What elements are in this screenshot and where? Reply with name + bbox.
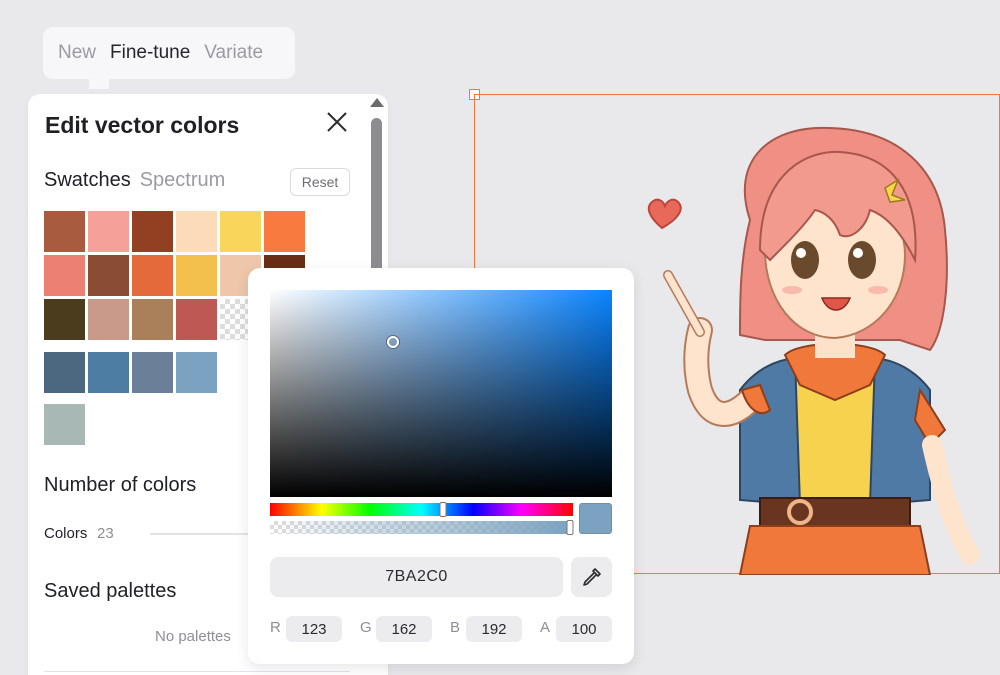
color-swatch[interactable] <box>176 255 217 296</box>
tab-variate[interactable]: Variate <box>204 42 263 64</box>
colors-count: 23 <box>97 525 114 542</box>
scrollbar-thumb[interactable] <box>371 118 382 274</box>
close-button[interactable] <box>324 109 350 135</box>
channel-b-label: B <box>450 619 461 636</box>
colors-slider-track[interactable] <box>150 533 250 535</box>
color-swatch[interactable] <box>88 299 129 340</box>
hue-slider-handle[interactable] <box>439 502 447 517</box>
number-of-colors-title: Number of colors <box>44 474 197 496</box>
color-swatch[interactable] <box>132 255 173 296</box>
color-swatch[interactable] <box>176 211 217 252</box>
color-swatch[interactable] <box>176 299 217 340</box>
swatch-tabs: Swatches Spectrum <box>44 169 225 192</box>
hue-slider[interactable] <box>270 502 573 517</box>
color-swatch[interactable] <box>44 211 85 252</box>
tab-pointer <box>89 77 109 89</box>
scroll-up-arrow[interactable] <box>370 98 384 107</box>
tab-new[interactable]: New <box>58 42 96 64</box>
color-swatch[interactable] <box>132 211 173 252</box>
mode-tabs: New Fine-tune Variate <box>43 27 295 89</box>
channel-a-input[interactable]: 100 <box>556 616 612 642</box>
tab-swatches[interactable]: Swatches <box>44 169 131 192</box>
color-swatch[interactable] <box>176 352 217 393</box>
alpha-slider-handle[interactable] <box>566 520 574 535</box>
color-swatch[interactable] <box>44 299 85 340</box>
channel-a-label: A <box>540 619 551 636</box>
tab-spectrum[interactable]: Spectrum <box>140 169 226 192</box>
color-picker-popover: 7BA2C0 R 123 G 162 B 192 A 100 <box>248 268 634 664</box>
color-swatch[interactable] <box>132 299 173 340</box>
color-preview-chip <box>579 503 612 534</box>
color-swatch[interactable] <box>264 211 305 252</box>
color-swatch[interactable] <box>88 255 129 296</box>
channel-g-input[interactable]: 162 <box>376 616 432 642</box>
divider <box>44 671 350 672</box>
saturation-value-area[interactable] <box>270 290 612 497</box>
color-swatch[interactable] <box>132 352 173 393</box>
colors-label: Colors <box>44 525 88 542</box>
eyedropper-icon <box>582 568 601 586</box>
alpha-slider[interactable] <box>270 520 574 535</box>
no-palettes-text: No palettes <box>155 628 231 645</box>
tab-fine-tune[interactable]: Fine-tune <box>110 42 190 64</box>
anime-girl-illustration <box>647 126 980 575</box>
channel-g-label: G <box>360 619 372 636</box>
reset-button[interactable]: Reset <box>290 168 350 196</box>
hex-input[interactable]: 7BA2C0 <box>270 557 563 597</box>
close-icon <box>327 112 347 132</box>
channel-b-input[interactable]: 192 <box>466 616 522 642</box>
channel-r-input[interactable]: 123 <box>286 616 342 642</box>
heart-icon <box>647 198 682 230</box>
panel-title: Edit vector colors <box>45 112 240 138</box>
color-swatch[interactable] <box>88 352 129 393</box>
color-swatch[interactable] <box>44 255 85 296</box>
saved-palettes-title: Saved palettes <box>44 580 177 602</box>
color-swatch[interactable] <box>44 352 85 393</box>
color-swatch[interactable] <box>220 211 261 252</box>
eyedropper-button[interactable] <box>571 557 612 597</box>
color-swatch[interactable] <box>88 211 129 252</box>
color-swatch[interactable] <box>44 404 85 445</box>
sv-cursor[interactable] <box>387 335 400 348</box>
channel-r-label: R <box>270 619 281 636</box>
